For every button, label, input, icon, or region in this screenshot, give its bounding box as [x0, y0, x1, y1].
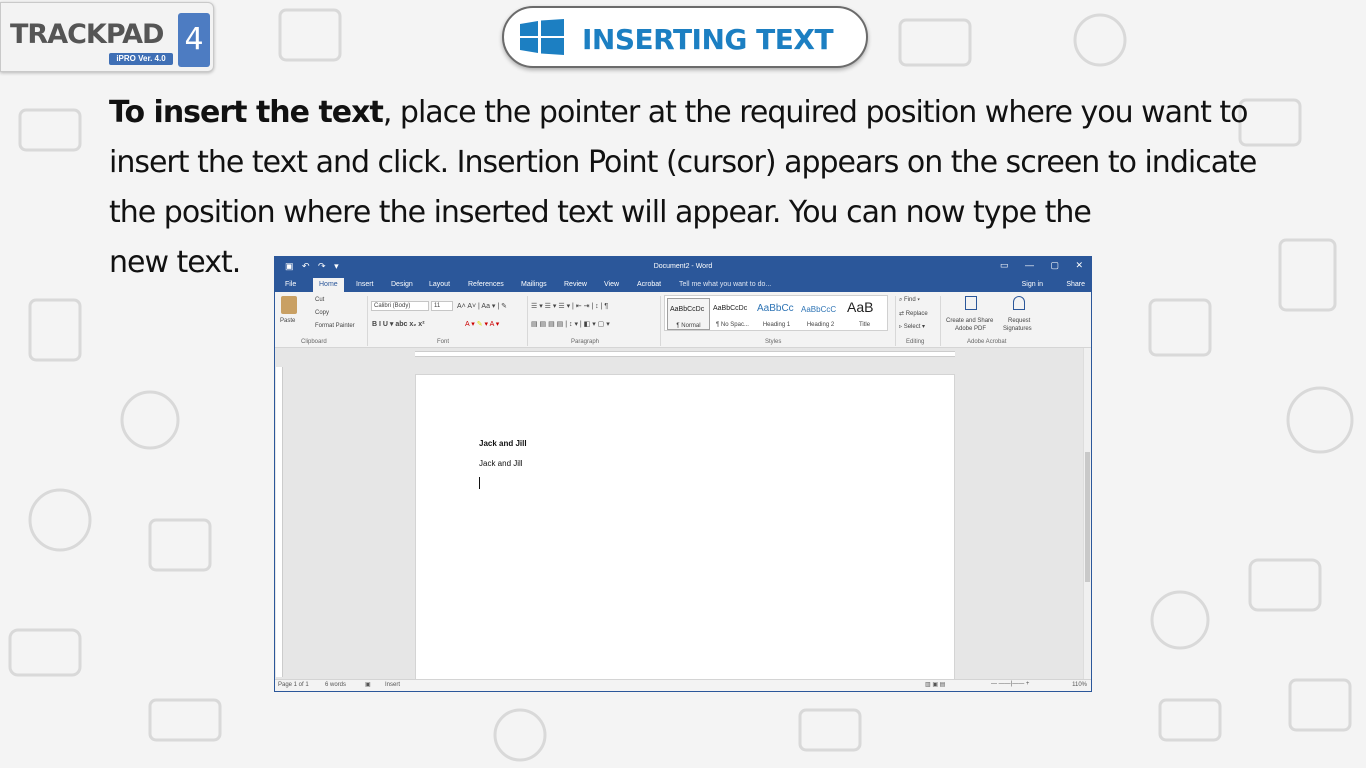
replace-label: Replace [905, 311, 928, 317]
style-heading-1[interactable]: AaBbCc Heading 1 [755, 298, 798, 330]
tell-me-box[interactable]: Tell me what you want to do... [679, 281, 771, 288]
tab-mailings[interactable]: Mailings [521, 281, 547, 288]
find-button[interactable]: ⌕ Find ▾ [899, 297, 920, 304]
font-size-dropdown[interactable]: 11 [431, 301, 453, 311]
ribbon-tabs: File Home Insert Design Layout Reference… [275, 277, 1091, 292]
horizontal-ruler[interactable] [415, 351, 955, 357]
logo-number: 4 [178, 13, 210, 67]
replace-icon: ⇄ [899, 311, 905, 317]
style-sample: AaBbCcC [801, 305, 837, 314]
create-pdf-line2[interactable]: Adobe PDF [955, 326, 986, 332]
tab-layout[interactable]: Layout [429, 281, 450, 288]
trackpad-logo: TRACKPAD iPRO Ver. 4.0 4 [0, 2, 214, 72]
tab-file[interactable]: File [285, 281, 296, 288]
request-signatures-icon[interactable] [1013, 296, 1025, 310]
view-buttons[interactable]: ▥ ▣ ▤ [925, 681, 945, 688]
insert-mode[interactable]: Insert [385, 682, 400, 688]
request-signatures-line1[interactable]: Request [1008, 318, 1030, 324]
logo-brand: TRACKPAD [10, 19, 164, 50]
style-name: ¶ No Spac... [716, 322, 749, 328]
document-line[interactable]: Jack and Jill [479, 459, 523, 468]
font-name-dropdown[interactable]: Calibri (Body) [371, 301, 429, 311]
style-normal[interactable]: AaBbCcDc ¶ Normal [667, 298, 710, 330]
format-painter-button[interactable]: Format Painter [315, 323, 355, 329]
copy-button[interactable]: Copy [315, 310, 329, 316]
find-icon: ⌕ [899, 297, 903, 303]
vertical-ruler[interactable] [276, 367, 283, 677]
style-name: ¶ Normal [676, 323, 701, 329]
style-sample: AaBbCc [757, 303, 794, 314]
select-icon: ▹ [899, 324, 903, 330]
style-sample: AaB [847, 299, 874, 315]
cut-button[interactable]: Cut [315, 297, 324, 303]
document-title: Document2 - Word [653, 263, 713, 270]
status-bar: Page 1 of 1 6 words ▣ Insert ▥ ▣ ▤ — ——|… [275, 679, 1091, 691]
window-controls[interactable]: ▭ — ▢ ✕ [1000, 260, 1083, 271]
tab-references[interactable]: References [468, 281, 504, 288]
style-name: Heading 2 [806, 322, 835, 328]
proofing-icon[interactable]: ▣ [365, 681, 371, 688]
document-page[interactable]: Jack and Jill Jack and Jill [415, 374, 955, 680]
section-title: INSERTING TEXT [582, 23, 834, 56]
scrollbar-thumb[interactable] [1085, 452, 1090, 582]
tab-review[interactable]: Review [564, 281, 587, 288]
create-pdf-line1[interactable]: Create and Share [946, 318, 993, 324]
share-button[interactable]: Share [1066, 281, 1085, 288]
styles-group-label: Styles [765, 339, 782, 345]
windows-logo-icon [520, 19, 564, 55]
style-heading-2[interactable]: AaBbCcC Heading 2 [799, 298, 842, 330]
find-label: Find [904, 297, 916, 303]
tab-home[interactable]: Home [313, 278, 344, 292]
paragraph-group-label: Paragraph [571, 339, 600, 345]
vertical-scrollbar[interactable] [1083, 348, 1091, 681]
paste-button[interactable]: Paste [280, 318, 295, 324]
document-line-bold[interactable]: Jack and Jill [479, 439, 527, 448]
tab-insert[interactable]: Insert [356, 281, 374, 288]
style-sample: AaBbCcDc [713, 305, 748, 312]
style-name: Title [858, 322, 871, 328]
zoom-slider[interactable]: — ——|—— + [991, 681, 1029, 687]
page-count[interactable]: Page 1 of 1 [278, 682, 309, 688]
insertion-point [479, 477, 480, 489]
word-count[interactable]: 6 words [325, 682, 346, 688]
clipboard-group-label: Clipboard [301, 339, 327, 345]
font-color-buttons[interactable]: A ▾ ✎ ▾ A ▾ [465, 320, 499, 328]
logo-version: iPRO Ver. 4.0 [109, 53, 173, 65]
section-title-banner: INSERTING TEXT [502, 6, 868, 68]
font-group-label: Font [437, 339, 450, 345]
style-no-spacing[interactable]: AaBbCcDc ¶ No Spac... [711, 298, 754, 330]
paste-icon[interactable] [281, 296, 297, 314]
create-pdf-icon[interactable] [965, 296, 977, 310]
replace-button[interactable]: ⇄ Replace [899, 310, 928, 317]
font-size-buttons[interactable]: A˄ A˅ | Aa ▾ | ✎ [457, 302, 507, 310]
editing-group-label: Editing [906, 339, 925, 345]
style-sample: AaBbCcDc [670, 306, 705, 313]
acrobat-group-label: Adobe Acrobat [967, 339, 1007, 345]
style-name: Heading 1 [762, 322, 791, 328]
tab-view[interactable]: View [604, 281, 619, 288]
tab-acrobat[interactable]: Acrobat [637, 281, 661, 288]
zoom-level[interactable]: 110% [1072, 682, 1087, 688]
tab-design[interactable]: Design [391, 281, 413, 288]
instruction-bold: To insert the text [109, 95, 384, 130]
font-format-buttons[interactable]: B I U ▾ abc x₂ x² [372, 320, 425, 328]
ribbon: Paste Cut Copy Format Painter Clipboard … [275, 292, 1091, 348]
word-title-bar: ▣ ↶ ↷ ▾ Document2 - Word ▭ — ▢ ✕ [275, 257, 1091, 277]
word-window: ▣ ↶ ↷ ▾ Document2 - Word ▭ — ▢ ✕ File Ho… [274, 256, 1092, 692]
alignment-buttons[interactable]: ▤ ▤ ▤ ▤ | ↕ ▾ | ◧ ▾ ▢ ▾ [531, 320, 610, 328]
select-label: Select [903, 324, 921, 330]
styles-gallery: AaBbCcDc ¶ Normal AaBbCcDc ¶ No Spac... … [664, 295, 888, 331]
list-buttons[interactable]: ☰ ▾ ☰ ▾ ☰ ▾ | ⇤ ⇥ | ↕ | ¶ [531, 302, 608, 310]
sign-in-link[interactable]: Sign in [1022, 281, 1043, 288]
style-title[interactable]: AaB Title [843, 298, 886, 330]
request-signatures-line2[interactable]: Signatures [1003, 326, 1032, 332]
select-button[interactable]: ▹ Select ▾ [899, 323, 925, 330]
